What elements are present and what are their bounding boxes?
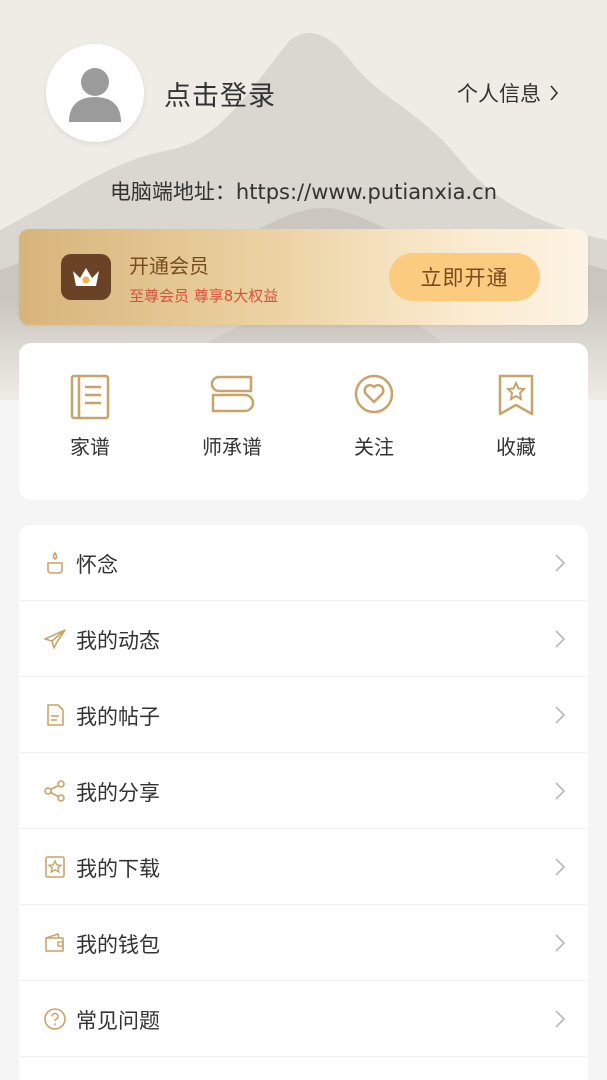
- menu-item-label: 常见问题: [76, 1009, 160, 1033]
- menu-item-my-wallet[interactable]: 我的钱包: [19, 905, 588, 981]
- chevron-right-icon: [555, 1010, 566, 1028]
- quick-action-label: 收藏: [496, 435, 536, 459]
- chevron-right-icon: [555, 858, 566, 876]
- wallet-icon: [45, 933, 64, 952]
- menu-item-label: 怀念: [76, 553, 118, 577]
- crown-icon: [61, 254, 111, 300]
- quick-action-family-tree[interactable]: 家谱: [19, 343, 161, 500]
- quick-action-label: 家谱: [70, 435, 110, 459]
- heart-circle-icon: [354, 374, 394, 414]
- menu-item-my-downloads[interactable]: 我的下载: [19, 829, 588, 905]
- vip-banner[interactable]: 开通会员 至尊会员 尊享8大权益 立即开通: [19, 229, 588, 325]
- candle-icon: [47, 551, 63, 574]
- stacked-books-icon: [210, 375, 255, 413]
- menu-item-remembrance[interactable]: 怀念: [19, 525, 588, 601]
- chevron-right-icon: [555, 934, 566, 952]
- menu-item-label: 我的动态: [76, 629, 160, 653]
- quick-action-favorites[interactable]: 收藏: [445, 343, 587, 500]
- bookmark-star-icon: [498, 374, 534, 416]
- menu-item-label: 我的下载: [76, 857, 160, 881]
- quick-actions-card: 家谱 师承谱 关注 收藏: [19, 343, 588, 500]
- document-icon: [47, 704, 64, 726]
- profile-info-link[interactable]: 个人信息: [457, 78, 559, 108]
- vip-subtitle: 至尊会员 尊享8大权益: [129, 287, 279, 305]
- quick-action-label: 关注: [354, 435, 394, 459]
- menu-item-faq[interactable]: 常见问题: [19, 981, 588, 1057]
- menu-item-label: 我的帖子: [76, 705, 160, 729]
- quick-action-follow[interactable]: 关注: [303, 343, 445, 500]
- book-icon: [70, 374, 110, 420]
- question-circle-icon: [44, 1008, 66, 1030]
- pc-address-text: 电脑端地址：https://www.putianxia.cn: [109, 180, 498, 204]
- login-link[interactable]: 点击登录: [164, 74, 276, 113]
- chevron-right-icon: [555, 554, 566, 572]
- menu-item-label: 我的分享: [76, 781, 160, 805]
- menu-item-my-posts[interactable]: 我的帖子: [19, 677, 588, 753]
- menu-item-my-activity[interactable]: 我的动态: [19, 601, 588, 677]
- chevron-right-icon: [555, 782, 566, 800]
- menu-list: 怀念 我的动态 我的帖子 我的分享 我的下载 我的钱包 常见问题: [19, 525, 588, 1080]
- quick-action-lineage[interactable]: 师承谱: [161, 343, 303, 500]
- download-star-icon: [45, 856, 65, 878]
- chevron-right-icon: [555, 706, 566, 724]
- chevron-right-icon: [550, 85, 559, 101]
- share-icon: [44, 780, 65, 802]
- menu-item-label: 我的钱包: [76, 933, 160, 957]
- profile-info-label: 个人信息: [457, 82, 541, 106]
- paper-plane-icon: [44, 629, 66, 649]
- chevron-right-icon: [555, 630, 566, 648]
- user-silhouette-icon: [69, 68, 121, 122]
- quick-action-label: 师承谱: [202, 435, 262, 459]
- menu-item-my-shares[interactable]: 我的分享: [19, 753, 588, 829]
- vip-title: 开通会员: [129, 254, 209, 278]
- open-membership-button[interactable]: 立即开通: [389, 253, 540, 301]
- user-avatar[interactable]: [46, 44, 144, 142]
